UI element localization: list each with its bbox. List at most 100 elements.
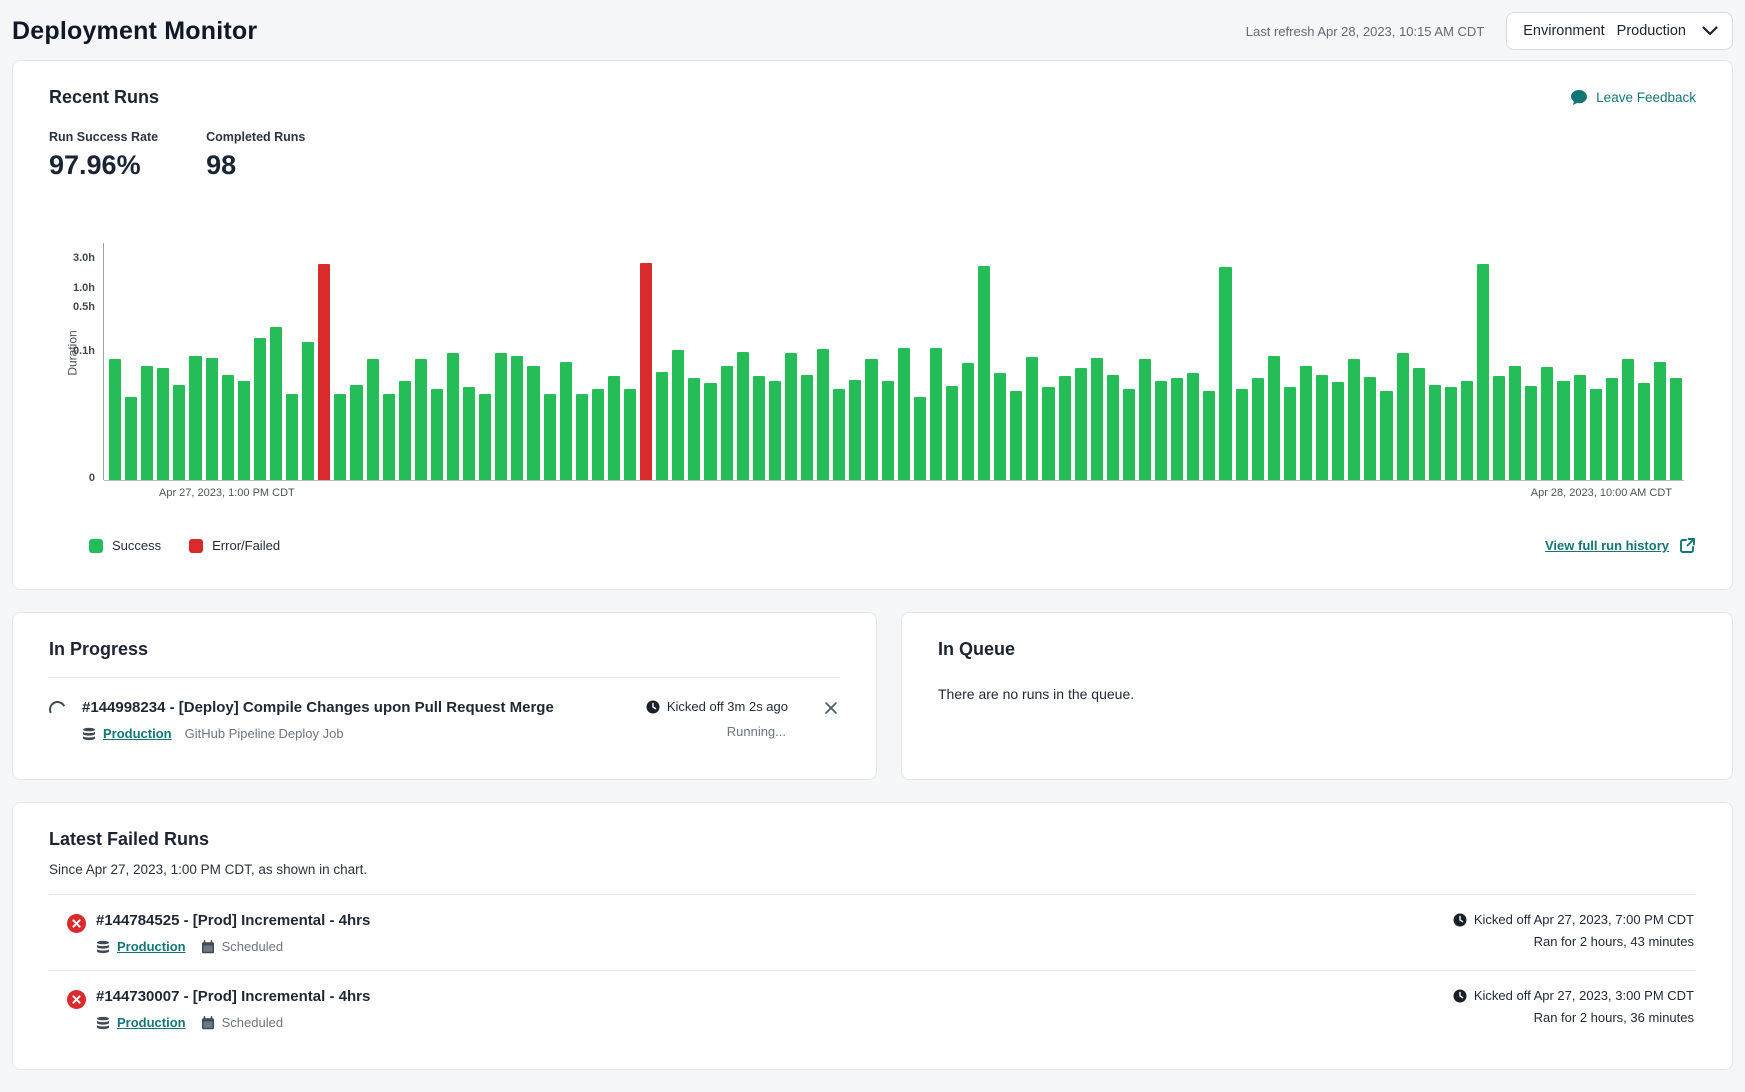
- chart-bar[interactable]: [1155, 381, 1167, 480]
- chart-bar[interactable]: [1670, 378, 1682, 480]
- chart-bar[interactable]: [592, 389, 604, 480]
- chart-bar[interactable]: [286, 394, 298, 480]
- leave-feedback-link[interactable]: Leave Feedback: [1570, 89, 1696, 106]
- chart-bar[interactable]: [1010, 391, 1022, 480]
- chart-bar[interactable]: [914, 397, 926, 480]
- chart-bar[interactable]: [946, 386, 958, 480]
- chart-bar[interactable]: [721, 366, 733, 480]
- close-icon[interactable]: [822, 699, 840, 720]
- chart-bar[interactable]: [882, 381, 894, 480]
- chart-bar[interactable]: [769, 381, 781, 480]
- chart-bar[interactable]: [189, 356, 201, 480]
- chart-bar[interactable]: [737, 352, 749, 480]
- chart-bar[interactable]: [1107, 375, 1119, 480]
- chart-bar[interactable]: [350, 385, 362, 480]
- chart-bar[interactable]: [1091, 358, 1103, 480]
- chart-bar[interactable]: [141, 366, 153, 480]
- chart-bar[interactable]: [1075, 368, 1087, 480]
- chart-bar[interactable]: [865, 359, 877, 480]
- chart-bar[interactable]: [544, 394, 556, 480]
- environment-link[interactable]: Production: [103, 726, 172, 741]
- chart-bar[interactable]: [511, 356, 523, 480]
- chart-bar[interactable]: [1332, 382, 1344, 480]
- chart-bar[interactable]: [1525, 386, 1537, 480]
- chart-bar[interactable]: [753, 376, 765, 480]
- chart-bar[interactable]: [495, 353, 507, 480]
- chart-bar[interactable]: [560, 362, 572, 480]
- chart-bar[interactable]: [1509, 366, 1521, 480]
- chart-bar[interactable]: [1541, 367, 1553, 480]
- chart-bar[interactable]: [1557, 381, 1569, 480]
- chart-bar[interactable]: [1380, 391, 1392, 480]
- chart-bar[interactable]: [1348, 359, 1360, 480]
- chart-bar[interactable]: [608, 376, 620, 480]
- chart-bar[interactable]: [1606, 378, 1618, 480]
- chart-bar[interactable]: [206, 358, 218, 480]
- chart-bar[interactable]: [1219, 267, 1231, 480]
- chart-bar[interactable]: [415, 359, 427, 480]
- chart-bar[interactable]: [1300, 366, 1312, 480]
- chart-bar[interactable]: [672, 350, 684, 480]
- chart-bar[interactable]: [1461, 381, 1473, 480]
- chart-bar[interactable]: [1187, 373, 1199, 480]
- chart-bar[interactable]: [399, 381, 411, 480]
- chart-bar[interactable]: [688, 378, 700, 480]
- chart-bar[interactable]: [1284, 387, 1296, 480]
- chart-bar[interactable]: [431, 389, 443, 480]
- chart-bar[interactable]: [624, 389, 636, 480]
- chart-bar[interactable]: [222, 375, 234, 480]
- chart-bar[interactable]: [656, 372, 668, 480]
- chart-bar[interactable]: [704, 383, 716, 480]
- chart-bar[interactable]: [109, 359, 121, 480]
- chart-bar[interactable]: [994, 373, 1006, 480]
- view-run-history-link[interactable]: View full run history: [1545, 537, 1696, 554]
- chart-bar[interactable]: [1026, 357, 1038, 480]
- chart-bar[interactable]: [1123, 389, 1135, 480]
- chart-bar[interactable]: [334, 394, 346, 480]
- chart-bar[interactable]: [1268, 356, 1280, 480]
- chart-bar[interactable]: [1316, 375, 1328, 480]
- chart-bar[interactable]: [1203, 391, 1215, 480]
- chart-bar[interactable]: [527, 366, 539, 480]
- chart-bar[interactable]: [1252, 378, 1264, 480]
- chart-bar[interactable]: [125, 397, 137, 480]
- chart-bar[interactable]: [1397, 353, 1409, 480]
- chart-bar[interactable]: [157, 368, 169, 480]
- environment-link[interactable]: Production: [117, 1015, 186, 1030]
- chart-bar[interactable]: [801, 375, 813, 480]
- chart-bar[interactable]: [463, 387, 475, 480]
- chart-bar[interactable]: [849, 380, 861, 480]
- chart-bar[interactable]: [1477, 264, 1489, 480]
- chart-bar[interactable]: [302, 342, 314, 480]
- chart-bar[interactable]: [1171, 378, 1183, 480]
- chart-bar[interactable]: [640, 263, 652, 480]
- chart-bar[interactable]: [1654, 362, 1666, 480]
- chart-bar[interactable]: [270, 327, 282, 480]
- chart-bar[interactable]: [1059, 376, 1071, 480]
- chart-bar[interactable]: [318, 264, 330, 480]
- chart-bar[interactable]: [447, 353, 459, 480]
- environment-dropdown[interactable]: Environment Production: [1506, 12, 1733, 50]
- chart-bar[interactable]: [367, 359, 379, 480]
- chart-bar[interactable]: [962, 363, 974, 480]
- chart-bar[interactable]: [238, 381, 250, 480]
- chart-bar[interactable]: [1622, 359, 1634, 480]
- chart-bar[interactable]: [1574, 375, 1586, 480]
- chart-bar[interactable]: [930, 348, 942, 480]
- chart-bar[interactable]: [1493, 376, 1505, 480]
- chart-bar[interactable]: [898, 348, 910, 480]
- chart-bar[interactable]: [383, 394, 395, 480]
- environment-link[interactable]: Production: [117, 939, 186, 954]
- chart-bar[interactable]: [1429, 385, 1441, 480]
- chart-bar[interactable]: [1413, 368, 1425, 480]
- chart-bar[interactable]: [1236, 389, 1248, 480]
- chart-bar[interactable]: [1364, 377, 1376, 480]
- chart-bar[interactable]: [173, 385, 185, 480]
- chart-bar[interactable]: [254, 338, 266, 480]
- chart-bar[interactable]: [1445, 387, 1457, 480]
- chart-bar[interactable]: [479, 394, 491, 480]
- chart-bar[interactable]: [1590, 389, 1602, 480]
- chart-bar[interactable]: [1139, 359, 1151, 480]
- chart-bar[interactable]: [817, 349, 829, 480]
- chart-bar[interactable]: [1638, 383, 1650, 480]
